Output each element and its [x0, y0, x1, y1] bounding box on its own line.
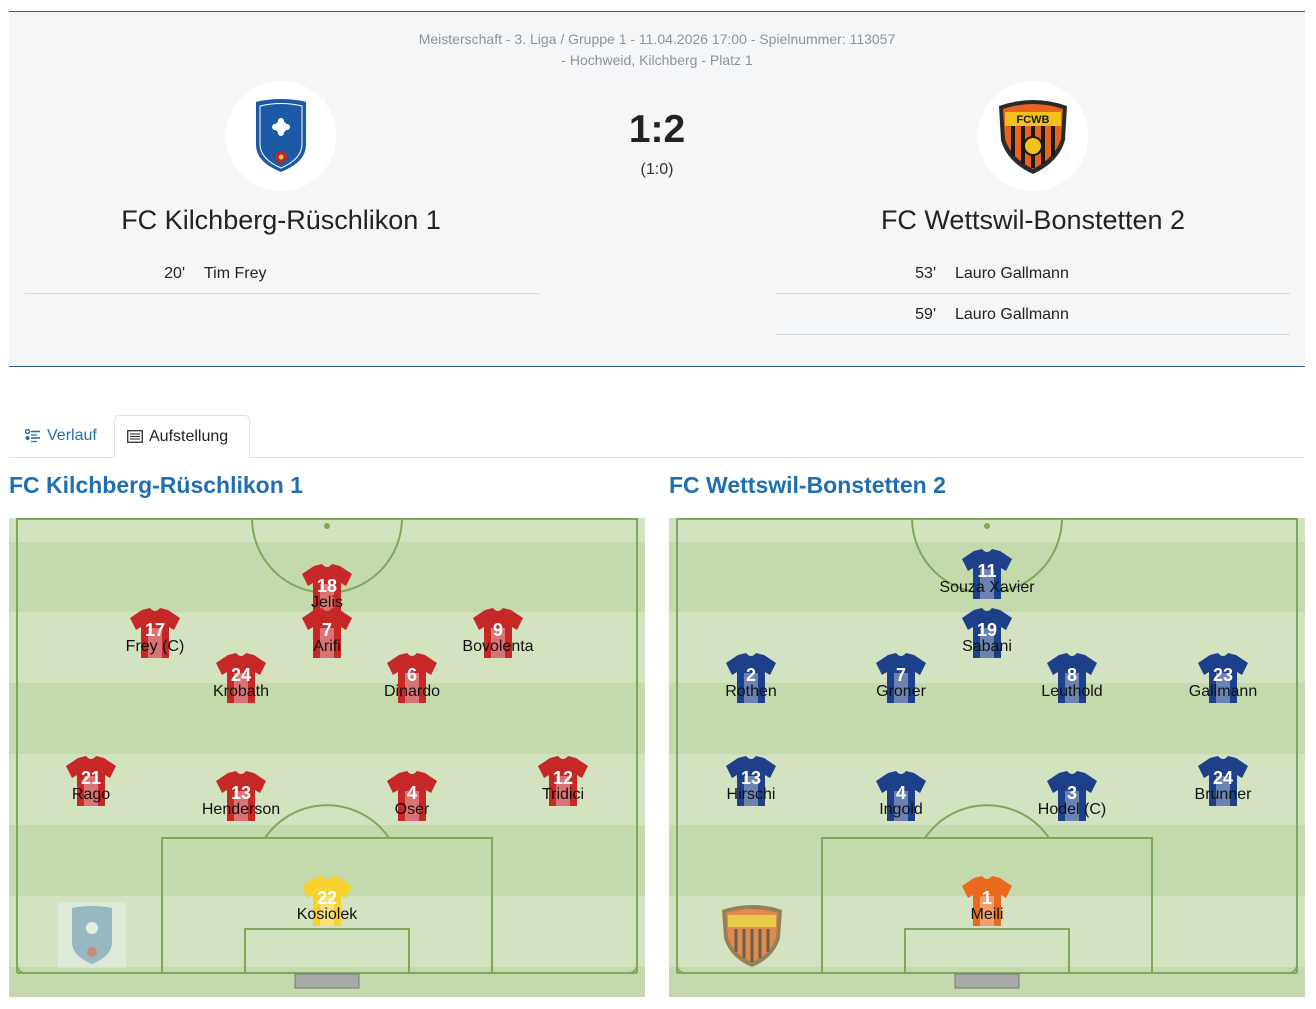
goal-minute: 59' [915, 306, 936, 323]
goal-row: 20' Tim Frey [25, 253, 539, 294]
goal-scorer[interactable]: Lauro Gallmann [955, 265, 1069, 283]
goal-scorer[interactable]: Lauro Gallmann [955, 306, 1069, 324]
player-name: Ingold [879, 801, 923, 818]
player[interactable]: 18 Jelis [257, 562, 397, 614]
player[interactable]: 24 Brunner [1153, 754, 1293, 806]
tab-verlauf[interactable]: Verlauf [13, 415, 109, 456]
home-lineup-pitch: 18 Jelis 17 Frey (C) 7 Arifi 9 Bovolenta 24 K… [9, 518, 645, 997]
away-lineup-pitch: 11 Souza Xavier 19 Sabani 2 Rothen 7 Groner … [669, 518, 1305, 997]
player-name: Kosiolek [296, 906, 358, 923]
player[interactable]: 23 Gallmann [1153, 651, 1293, 703]
player[interactable]: 7 Groner [831, 651, 971, 703]
player[interactable]: 2 Rothen [681, 651, 821, 703]
player[interactable]: 9 Bovolenta [428, 606, 568, 658]
match-score: 1:2 [628, 108, 686, 151]
away-lineup-title: FC Wettswil-Bonstetten 2 [669, 472, 946, 498]
match-tabs: Verlauf Aufstellung [9, 415, 1305, 458]
goal-minute: 20' [164, 265, 185, 282]
player-name: Dinardo [383, 683, 441, 700]
tab-aufstellung[interactable]: Aufstellung [114, 415, 250, 458]
player[interactable]: 13 Henderson [171, 769, 311, 821]
goal-row: 59' Lauro Gallmann [776, 294, 1290, 335]
player[interactable]: 6 Dinardo [342, 651, 482, 703]
player-goalkeeper[interactable]: 1 Meili [917, 874, 1057, 926]
player[interactable]: 11 Souza Xavier [917, 547, 1057, 599]
player-name: Henderson [201, 801, 281, 818]
list-icon [25, 428, 40, 442]
player[interactable]: 7 Arifi [257, 606, 397, 658]
team-crest-watermark [58, 902, 126, 968]
player[interactable]: 8 Leuthold [1002, 651, 1142, 703]
player-name: Brunner [1194, 786, 1252, 803]
table-icon [127, 430, 143, 443]
home-lineup-title: FC Kilchberg-Rüschlikon 1 [9, 472, 303, 498]
match-meta-line2: - Hochweid, Kilchberg - Platz 1 [561, 52, 753, 68]
team-crest-watermark [718, 902, 786, 968]
player-goalkeeper[interactable]: 22 Kosiolek [257, 874, 397, 926]
player[interactable]: 21 Rago [21, 754, 161, 806]
player-name: Leuthold [1041, 683, 1103, 700]
player[interactable]: 3 Hodel (C) [1002, 769, 1142, 821]
player-name: Gallmann [1188, 683, 1258, 700]
player[interactable]: 4 Ingold [831, 769, 971, 821]
player[interactable]: 19 Sabani [917, 606, 1057, 658]
match-header: Meisterschaft - 3. Liga / Gruppe 1 - 11.… [9, 11, 1305, 367]
goal-row: 53' Lauro Gallmann [776, 253, 1290, 294]
player-name: Krobath [212, 683, 270, 700]
player-name: Groner [876, 683, 926, 700]
player-name: Rothen [725, 683, 777, 700]
player[interactable]: 24 Krobath [171, 651, 311, 703]
player-name: Hodel (C) [1037, 801, 1107, 818]
player-name: Rago [71, 786, 111, 803]
player-name: Tridici [541, 786, 585, 803]
player-name: Oser [394, 801, 430, 818]
player-name: Souza Xavier [939, 579, 1035, 596]
home-team-name[interactable]: FC Kilchberg-Rüschlikon 1 [21, 205, 541, 236]
player-name: Meili [970, 906, 1004, 923]
goal-minute: 53' [915, 265, 936, 282]
tab-aufstellung-label: Aufstellung [149, 427, 229, 445]
player[interactable]: 17 Frey (C) [85, 606, 225, 658]
match-meta-line1: Meisterschaft - 3. Liga / Gruppe 1 - 11.… [418, 31, 896, 47]
player[interactable]: 12 Tridici [493, 754, 633, 806]
goal-scorer[interactable]: Tim Frey [204, 265, 267, 283]
player[interactable]: 4 Oser [342, 769, 482, 821]
player-name: Hirschi [726, 786, 776, 803]
halftime-score: (1:0) [640, 161, 674, 178]
player[interactable]: 13 Hirschi [681, 754, 821, 806]
tab-verlauf-label: Verlauf [47, 426, 97, 444]
away-team-name: FC Wettswil-Bonstetten 2 [880, 205, 1186, 235]
